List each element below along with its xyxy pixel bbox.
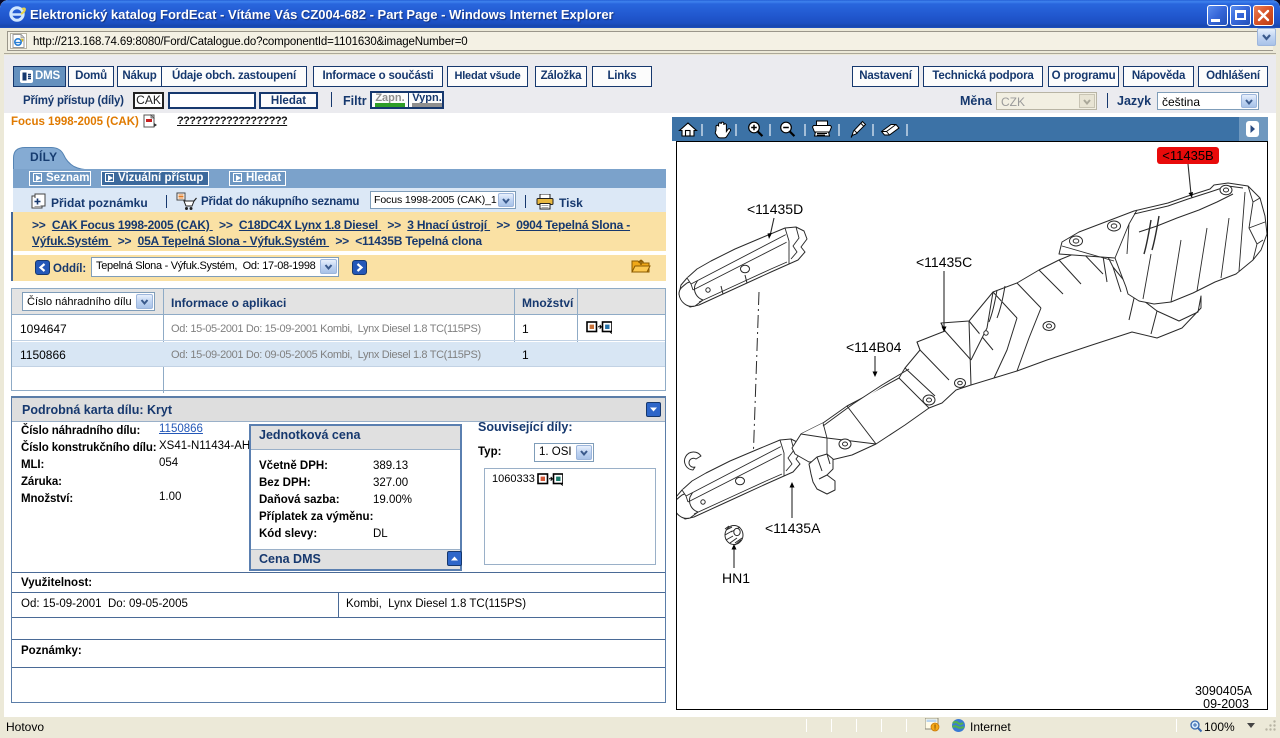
svg-text:09-2003: 09-2003 — [1203, 697, 1249, 709]
svg-text:<11435D: <11435D — [747, 201, 803, 217]
svg-text:3090405A: 3090405A — [1195, 684, 1253, 698]
svg-text:HN1: HN1 — [722, 570, 750, 586]
svg-text:<11435B: <11435B — [1162, 148, 1213, 163]
svg-text:<11435A: <11435A — [765, 520, 821, 536]
svg-text:<114B04: <114B04 — [846, 339, 902, 355]
svg-text:<11435C: <11435C — [916, 254, 972, 270]
svg-text:!: ! — [934, 725, 936, 732]
